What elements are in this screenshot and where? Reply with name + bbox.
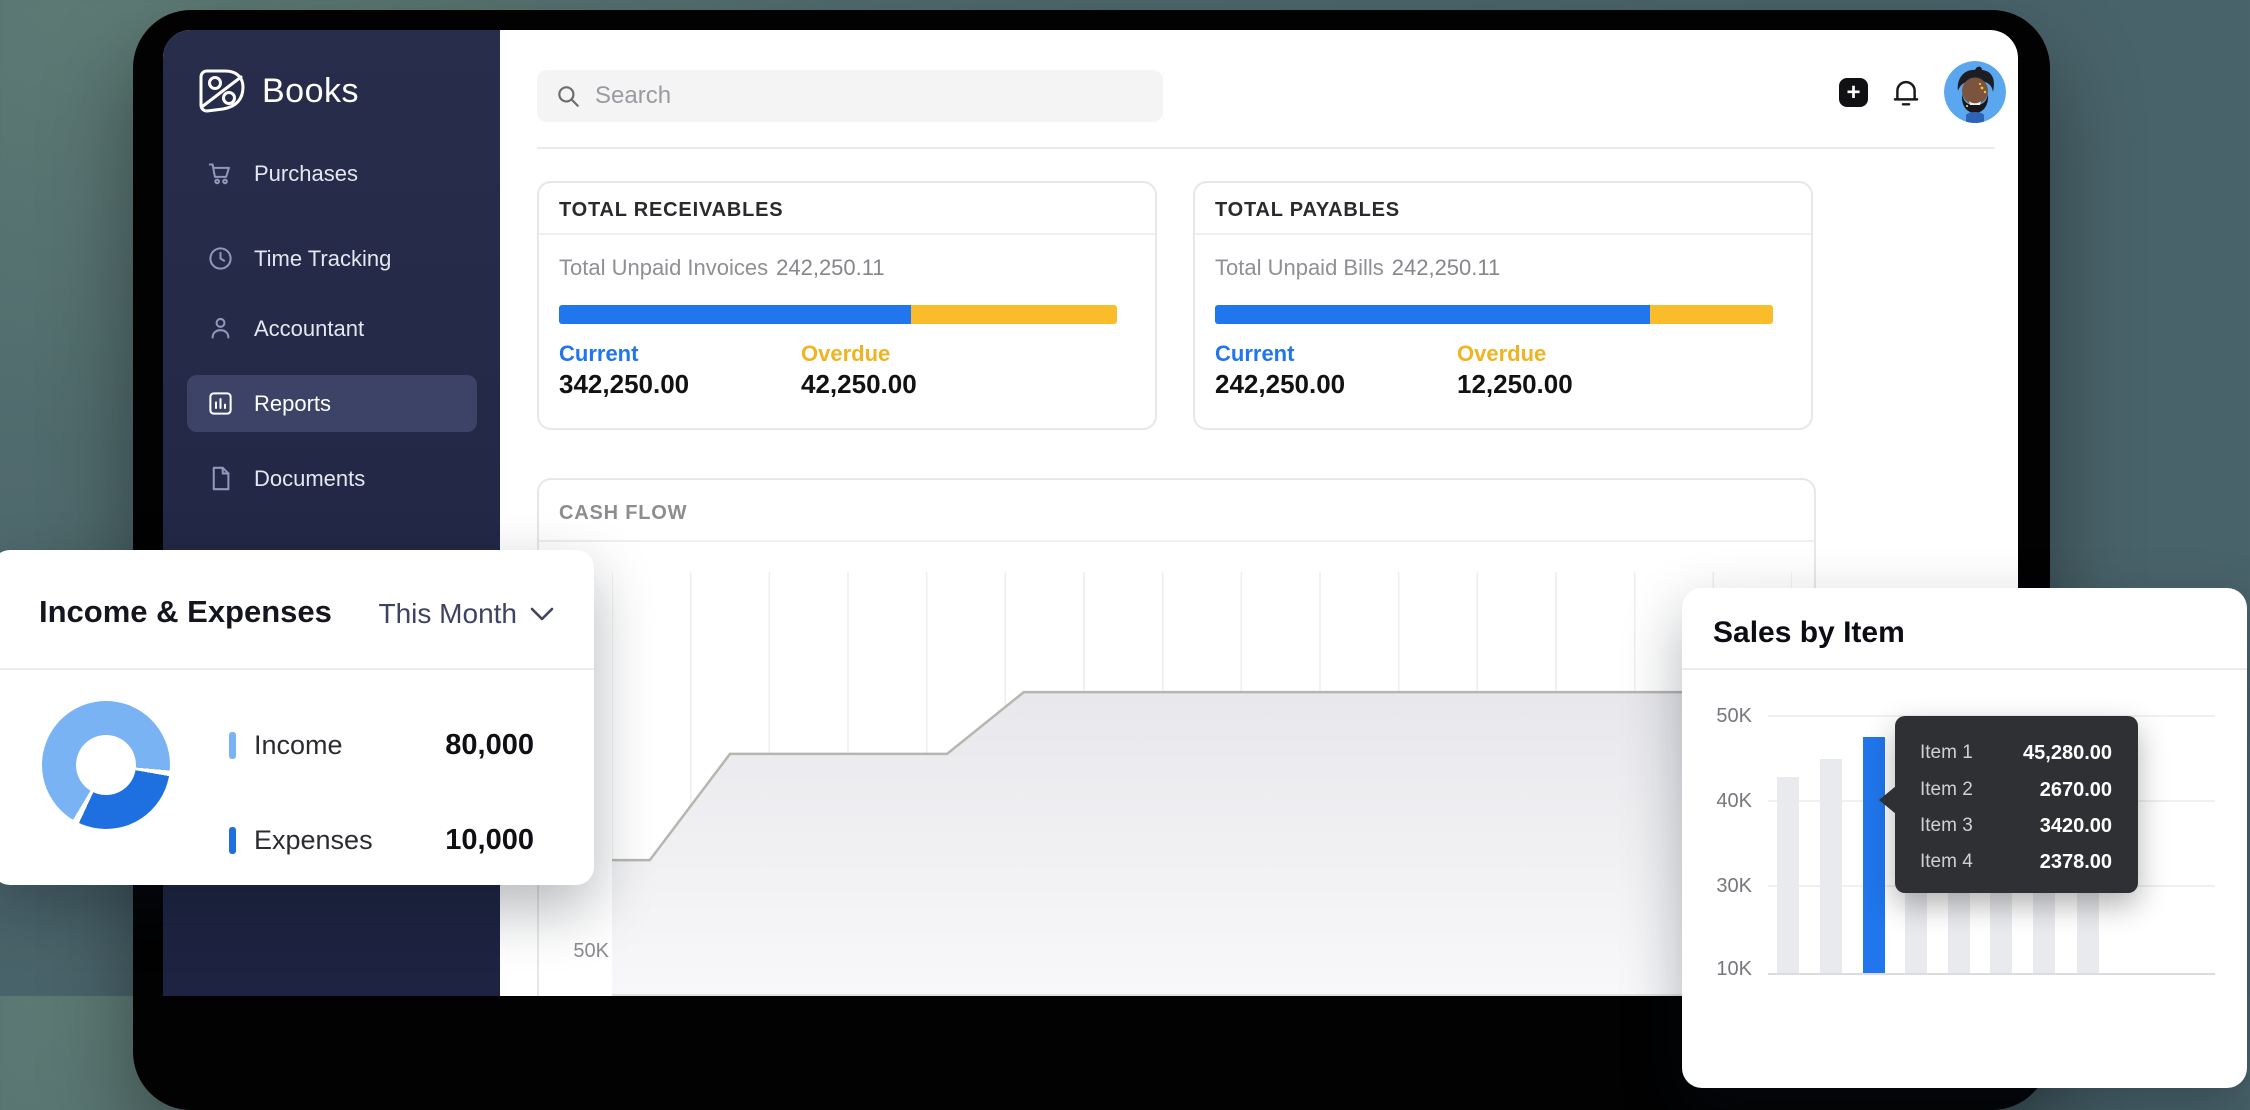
sidebar-item-label: Time Tracking (254, 246, 391, 272)
current-segment (559, 305, 911, 324)
total-receivables-card: TOTAL RECEIVABLES Total Unpaid Invoices2… (537, 181, 1157, 430)
sidebar-item-documents[interactable]: Documents (187, 450, 477, 507)
legend-label: Expenses (254, 825, 373, 856)
tooltip-arrow-icon (1879, 786, 1896, 814)
area-fill (612, 692, 1792, 995)
card-divider (539, 233, 1155, 235)
bar[interactable] (1990, 888, 2012, 973)
app-logo: Books (198, 67, 359, 115)
person-icon (207, 315, 234, 342)
overdue-label: Overdue (1457, 341, 1546, 367)
sales-tooltip: Item 1 45,280.00 Item 2 2670.00 Item 3 3… (1895, 716, 2138, 893)
income-expenses-title: Income & Expenses (39, 594, 332, 630)
card-title: TOTAL RECEIVABLES (559, 199, 783, 222)
create-new-button[interactable]: + (1839, 78, 1868, 107)
unpaid-summary: Total Unpaid Bills242,250.11 (1215, 255, 1500, 281)
period-dropdown[interactable]: This Month (379, 598, 556, 630)
income-legend-mark (229, 732, 236, 759)
sidebar-item-label: Documents (254, 466, 365, 492)
cash-flow-area-chart (612, 572, 1792, 996)
legend-item-income: Income 80,000 (229, 730, 534, 760)
legend-value: 80,000 (445, 729, 534, 762)
donut-hole (76, 735, 136, 795)
card-title: TOTAL PAYABLES (1215, 199, 1400, 222)
sidebar-item-reports[interactable]: Reports (187, 375, 477, 432)
sidebar-item-time-tracking[interactable]: Time Tracking (187, 230, 477, 287)
tooltip-row: Item 2 2670.00 (1920, 778, 2112, 802)
user-avatar[interactable] (1944, 61, 2006, 123)
bar[interactable] (1948, 888, 1970, 973)
expenses-legend-mark (229, 827, 236, 854)
sidebar-item-label: Accountant (254, 316, 364, 342)
search-input[interactable] (593, 81, 1117, 111)
sidebar-item-label: Reports (254, 391, 331, 417)
period-label: This Month (379, 598, 518, 630)
sidebar-item-accountant[interactable]: Accountant (187, 300, 477, 357)
payables-progress-bar (1215, 305, 1773, 324)
cash-flow-card: CASH FLOW 50K 0 (537, 478, 1816, 996)
bar[interactable] (2033, 888, 2055, 973)
tooltip-row: Item 4 2378.00 (1920, 850, 2112, 874)
document-icon (207, 465, 234, 492)
topbar-divider (537, 147, 1995, 149)
income-expenses-card: Income & Expenses This Month Income 80,0… (0, 550, 594, 885)
y-axis-tick: 50K (549, 940, 609, 963)
bar[interactable] (1820, 759, 1842, 973)
current-label: Current (1215, 341, 1294, 367)
unpaid-summary: Total Unpaid Invoices242,250.11 (559, 255, 885, 281)
current-segment (1215, 305, 1650, 324)
card-divider (1195, 233, 1811, 235)
bar[interactable] (1905, 888, 1927, 973)
card-divider (539, 540, 1814, 542)
search-icon (555, 83, 581, 109)
receivables-progress-bar (559, 305, 1117, 324)
bar-highlighted[interactable] (1863, 737, 1885, 973)
tooltip-row: Item 3 3420.00 (1920, 814, 2112, 838)
cash-flow-title: CASH FLOW (559, 502, 687, 525)
notifications-button[interactable] (1891, 76, 1921, 108)
current-value: 242,250.00 (1215, 369, 1345, 400)
app-title: Books (262, 72, 359, 111)
unpaid-amount: 242,250.11 (776, 255, 884, 280)
bar[interactable] (2077, 888, 2099, 973)
current-label: Current (559, 341, 638, 367)
search-bar[interactable] (537, 70, 1163, 122)
chevron-down-icon (529, 606, 555, 622)
card-divider (0, 668, 594, 670)
total-payables-card: TOTAL PAYABLES Total Unpaid Bills242,250… (1193, 181, 1813, 430)
tooltip-row: Item 1 45,280.00 (1920, 741, 2112, 765)
cart-icon (207, 160, 234, 187)
overdue-label: Overdue (801, 341, 890, 367)
bell-icon (1891, 76, 1921, 108)
unpaid-amount: 242,250.11 (1392, 255, 1500, 280)
overdue-segment (911, 305, 1117, 324)
clock-icon (207, 245, 234, 272)
overdue-value: 12,250.00 (1457, 369, 1573, 400)
sidebar-item-label: Purchases (254, 161, 358, 187)
current-value: 342,250.00 (559, 369, 689, 400)
sales-by-item-card: Sales by Item 50K 40K 30K 10K Item 1 45,… (1682, 588, 2247, 1088)
books-logo-icon (198, 68, 246, 114)
bar-chart-icon (207, 390, 234, 417)
legend-label: Income (254, 730, 343, 761)
bar[interactable] (1777, 777, 1799, 973)
overdue-segment (1650, 305, 1773, 324)
sidebar-item-purchases[interactable]: Purchases (187, 145, 477, 202)
overdue-value: 42,250.00 (801, 369, 917, 400)
legend-item-expenses: Expenses 10,000 (229, 825, 534, 855)
income-expenses-donut-chart (42, 701, 170, 829)
plus-icon: + (1846, 81, 1860, 105)
legend-value: 10,000 (445, 824, 534, 857)
